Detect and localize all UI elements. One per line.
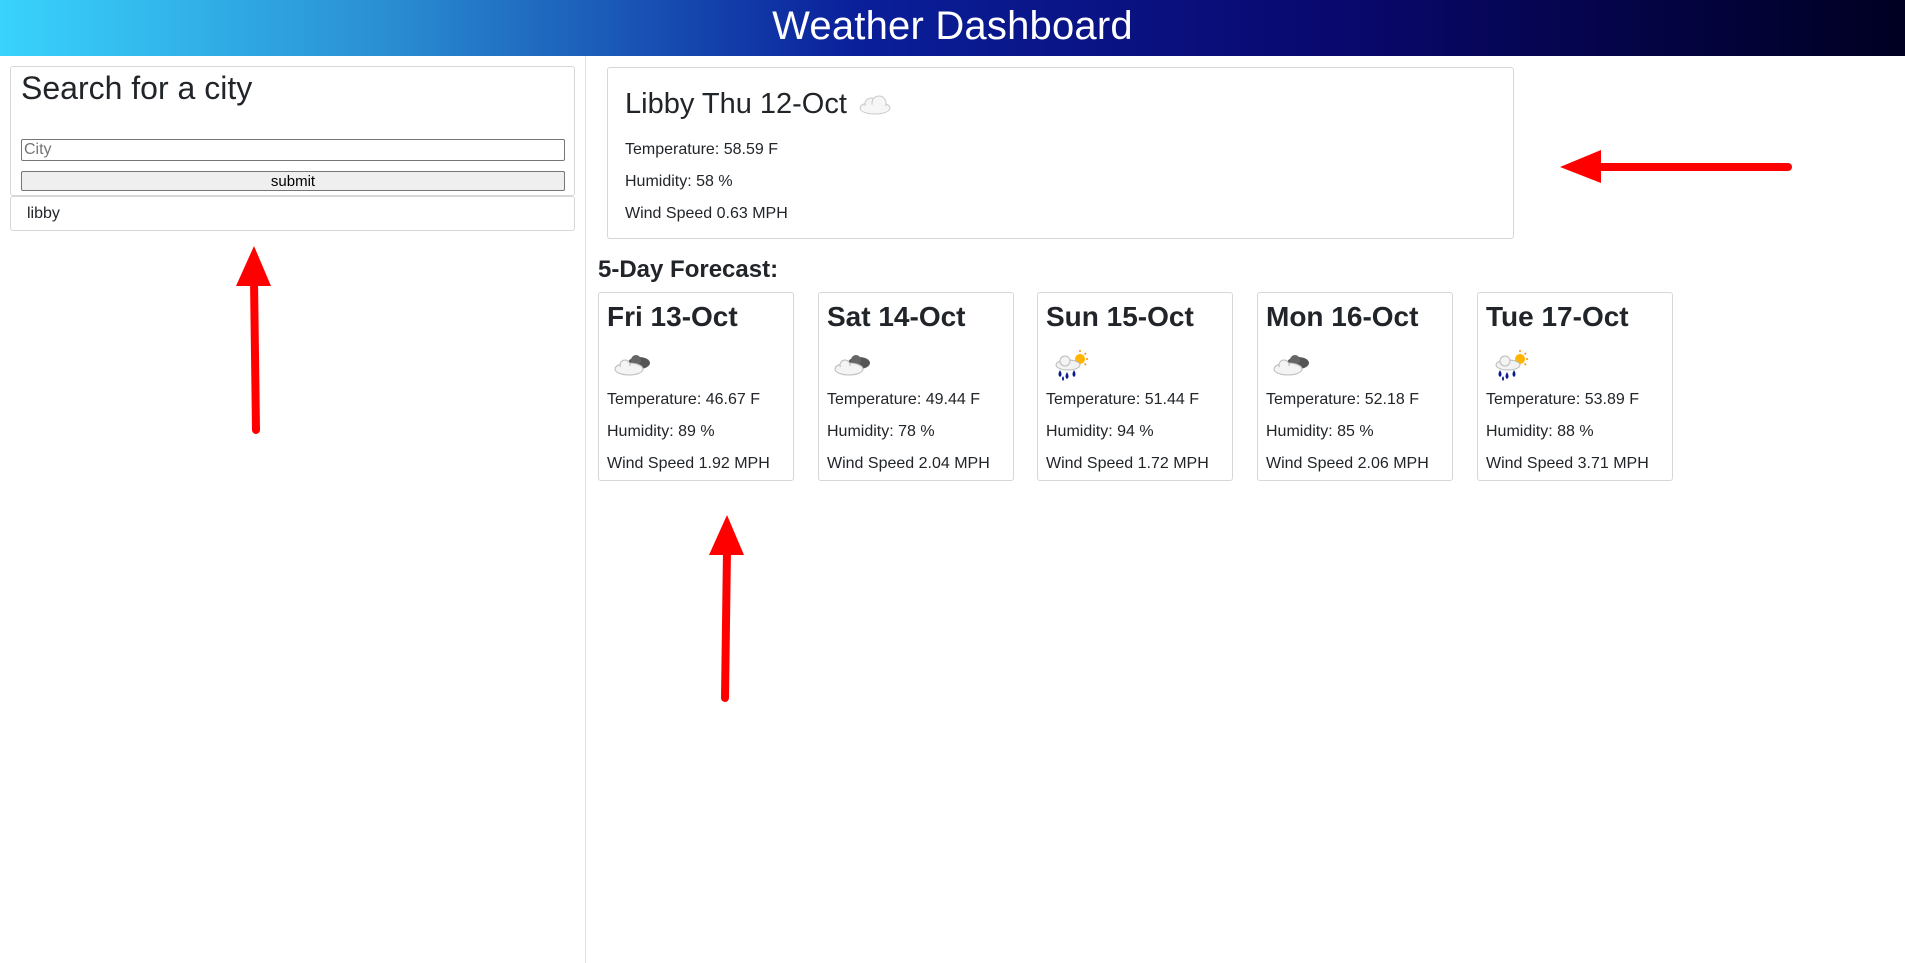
forecast-card: Sun 15-Oct Temperature: 51.44 F Humidity…: [1037, 292, 1233, 481]
forecast-day: Tue 17-Oct: [1486, 301, 1629, 332]
forecast-wind-speed: Wind Speed 3.71 MPH: [1486, 455, 1649, 472]
forecast-day: Sun 15-Oct: [1046, 301, 1194, 332]
forecast-wind-speed: Wind Speed 1.92 MPH: [607, 455, 770, 472]
forecast-temperature: Temperature: 53.89 F: [1486, 391, 1639, 408]
forecast-humidity: Humidity: 94 %: [1046, 423, 1154, 440]
page-title: Weather Dashboard: [772, 3, 1133, 48]
forecast-temperature: Temperature: 49.44 F: [827, 391, 980, 408]
cloudy-icon: [1273, 355, 1309, 376]
forecast-humidity: Humidity: 85 %: [1266, 423, 1374, 440]
search-title: Search for a city: [21, 70, 253, 106]
forecast-temperature: Temperature: 52.18 F: [1266, 391, 1419, 408]
current-city-date: Libby Thu 12-Oct: [625, 88, 847, 120]
submit-button[interactable]: submit: [21, 171, 565, 191]
forecast-humidity: Humidity: 78 %: [827, 423, 935, 440]
forecast-wind-speed: Wind Speed 2.04 MPH: [827, 455, 990, 472]
header-bar: Weather Dashboard: [0, 0, 1905, 56]
forecast-heading: 5-Day Forecast:: [598, 256, 779, 283]
forecast-humidity: Humidity: 89 %: [607, 423, 715, 440]
history-item-libby[interactable]: libby: [10, 196, 575, 231]
cloudy-icon: [834, 355, 870, 376]
current-weather-card: Libby Thu 12-Oct Temperature: 58.59 F Hu…: [607, 67, 1514, 239]
forecast-card: Sat 14-Oct Temperature: 49.44 F Humidity…: [818, 292, 1014, 481]
sun-rain-icon: [1055, 350, 1088, 381]
cloud-icon: [859, 95, 891, 114]
forecast-temperature: Temperature: 51.44 F: [1046, 391, 1199, 408]
forecast-row: Fri 13-Oct Temperature: 46.67 F Humidity…: [598, 292, 1698, 482]
sidebar: Search for a city submit libby: [0, 56, 586, 963]
forecast-day: Fri 13-Oct: [607, 301, 738, 332]
forecast-wind-speed: Wind Speed 2.06 MPH: [1266, 455, 1429, 472]
weather-dashboard-page: Weather Dashboard Search for a city subm…: [0, 0, 1905, 963]
forecast-day: Mon 16-Oct: [1266, 301, 1419, 332]
sun-rain-icon: [1495, 350, 1528, 381]
cloudy-icon: [614, 355, 650, 376]
city-input[interactable]: [21, 139, 565, 161]
forecast-card: Fri 13-Oct Temperature: 46.67 F Humidity…: [598, 292, 794, 481]
forecast-humidity: Humidity: 88 %: [1486, 423, 1594, 440]
current-humidity: Humidity: 58 %: [625, 173, 733, 190]
forecast-card: Mon 16-Oct Temperature: 52.18 F Humidity…: [1257, 292, 1453, 481]
forecast-wind-speed: Wind Speed 1.72 MPH: [1046, 455, 1209, 472]
forecast-temperature: Temperature: 46.67 F: [607, 391, 760, 408]
arrow-to-current-weather: [1560, 150, 1792, 183]
forecast-card: Tue 17-Oct Temperature: 53.89 F Humidity…: [1477, 292, 1673, 481]
forecast-day: Sat 14-Oct: [827, 301, 966, 332]
current-wind-speed: Wind Speed 0.63 MPH: [625, 205, 788, 222]
search-card: Search for a city submit: [10, 66, 575, 196]
arrow-to-forecast: [709, 515, 744, 702]
current-temperature: Temperature: 58.59 F: [625, 141, 778, 158]
current-weather-title: Libby Thu 12-Oct: [625, 88, 893, 121]
